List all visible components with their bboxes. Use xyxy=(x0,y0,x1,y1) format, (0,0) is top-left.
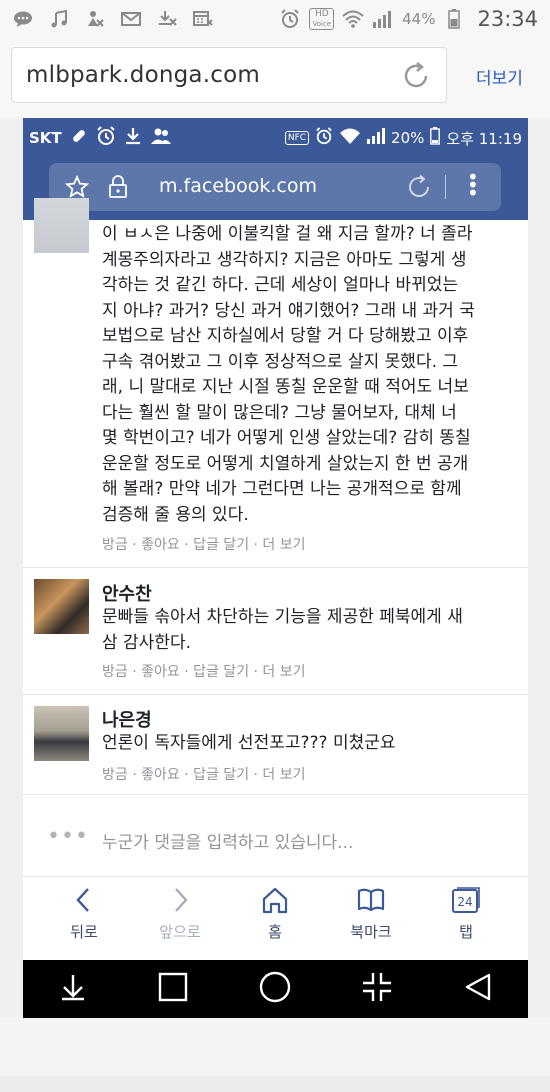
battery-percent-inner: 20% xyxy=(391,129,425,147)
inner-time: 오후 11:19 xyxy=(446,129,522,148)
voice-label: Voice xyxy=(312,20,332,28)
forward-label: 앞으로 xyxy=(159,923,201,941)
outer-bottom-strip xyxy=(0,1076,550,1092)
typing-dots-icon: ••• xyxy=(47,824,89,849)
download-icon xyxy=(124,127,142,149)
battery-icon-inner xyxy=(430,127,441,149)
forward-arrow-icon xyxy=(175,888,188,912)
lock-icon xyxy=(107,175,129,203)
alarm-icon-inner-2 xyxy=(315,127,333,149)
inner-browser-nav: 뒤로 앞으로 홈 북마크 24 탭 xyxy=(23,876,528,960)
forward-button[interactable]: 앞으로 xyxy=(140,885,220,957)
tab-count: 24 xyxy=(457,895,472,909)
inner-reload-icon[interactable] xyxy=(405,173,433,205)
recent-apps-icon[interactable] xyxy=(158,972,188,1006)
mail-icon xyxy=(120,10,142,28)
avatar[interactable] xyxy=(34,706,89,761)
back-label: 뒤로 xyxy=(70,923,98,941)
address-bar[interactable]: mlbpark.donga.com xyxy=(11,47,447,103)
inner-address-bar[interactable]: m.facebook.com • • • xyxy=(49,163,501,211)
outer-status-bar: HD Voice 44% 23:34 xyxy=(0,0,550,38)
avatar[interactable] xyxy=(34,198,89,253)
home-icon xyxy=(262,887,288,914)
toolbar-separator xyxy=(445,175,446,199)
address-bar-url: mlbpark.donga.com xyxy=(26,62,260,88)
typing-indicator: ••• 누군가 댓글을 입력하고 있습니다... xyxy=(23,810,528,870)
avatar[interactable] xyxy=(34,579,89,634)
home-label: 홈 xyxy=(268,923,282,941)
tabs-label: 탭 xyxy=(459,923,473,941)
inner-address-url: m.facebook.com xyxy=(159,175,317,197)
home-circle-icon[interactable] xyxy=(259,971,291,1007)
hd-voice-icon: HD Voice xyxy=(309,8,335,30)
divider xyxy=(23,694,528,695)
comment-list: 이 ㅂㅅ은 나중에 이불킥할 걸 왜 지금 할까? 너 졸라 계몽주의자라고 생… xyxy=(23,198,528,876)
battery-icon xyxy=(443,9,465,29)
music-icon xyxy=(48,10,70,28)
comment-actions[interactable]: 방금 · 좋아요 · 답글 달기 · 더 보기 xyxy=(102,764,306,784)
signal-icon-inner xyxy=(367,128,386,148)
back-arrow-icon xyxy=(76,888,89,912)
tabs-icon: 24 xyxy=(452,887,480,913)
split-screen-icon[interactable] xyxy=(362,972,392,1006)
outer-bottom-area xyxy=(0,1018,550,1092)
home-button[interactable]: 홈 xyxy=(235,885,315,957)
battery-percent: 44% xyxy=(402,10,436,28)
carrier-label: SKT xyxy=(29,129,62,147)
hd-label: HD xyxy=(314,9,329,19)
comment-text: 이 ㅂㅅ은 나중에 이불킥할 걸 왜 지금 할까? 너 졸라 계몽주의자라고 생… xyxy=(102,224,475,525)
embedded-screenshot: SKT NFC 20% 오후 11:19 m.facebook.com • • … xyxy=(23,118,528,1018)
overflow-menu-icon[interactable]: • • • xyxy=(467,167,479,203)
back-button[interactable]: 뒤로 xyxy=(44,885,124,957)
chat-icon xyxy=(12,10,34,28)
alarm-icon xyxy=(279,9,301,28)
back-triangle-icon[interactable] xyxy=(463,972,493,1006)
alarm-icon-inner xyxy=(96,126,116,150)
wifi-icon xyxy=(342,10,364,28)
status-time: 23:34 xyxy=(477,7,538,31)
comment-text: 언론이 독자들에게 선전포고??? 미쳤군요 xyxy=(102,733,396,753)
calendar-icon xyxy=(192,10,214,28)
bookmarks-button[interactable]: 북마크 xyxy=(331,885,411,957)
outer-browser-toolbar: mlbpark.donga.com 더보기 xyxy=(0,38,550,118)
no-signal-person-icon xyxy=(84,10,106,28)
comment-text: 문빠들 솎아서 차단하는 기능을 제공한 페북에게 새 삼 감사한다. xyxy=(102,607,463,653)
bookmarks-label: 북마크 xyxy=(350,923,392,941)
typing-text: 누군가 댓글을 입력하고 있습니다... xyxy=(102,833,354,853)
commenter-name[interactable]: 안수찬 xyxy=(102,580,152,606)
comment-actions[interactable]: 방금 · 좋아요 · 답글 달기 · 더 보기 xyxy=(102,661,306,681)
bookmark-book-icon xyxy=(357,888,385,912)
divider xyxy=(23,794,528,795)
wifi-icon-inner xyxy=(339,127,361,149)
people-icon xyxy=(150,127,172,149)
commenter-name[interactable]: 나은경 xyxy=(102,706,152,732)
inner-system-nav xyxy=(23,960,528,1018)
nfc-icon: NFC xyxy=(284,131,310,145)
comment-actions[interactable]: 방금 · 좋아요 · 답글 달기 · 더 보기 xyxy=(102,534,306,554)
pill-icon xyxy=(70,127,88,149)
inner-status-bar: SKT NFC 20% 오후 11:19 xyxy=(23,118,528,158)
scroll-down-icon[interactable] xyxy=(59,972,87,1006)
divider xyxy=(23,567,528,568)
tabs-button[interactable]: 24 탭 xyxy=(426,885,506,957)
download-failed-icon xyxy=(156,10,178,28)
reload-icon[interactable] xyxy=(400,60,432,92)
inner-browser-toolbar: m.facebook.com • • • xyxy=(23,158,528,220)
signal-icon xyxy=(372,10,394,28)
more-button[interactable]: 더보기 xyxy=(476,64,523,89)
